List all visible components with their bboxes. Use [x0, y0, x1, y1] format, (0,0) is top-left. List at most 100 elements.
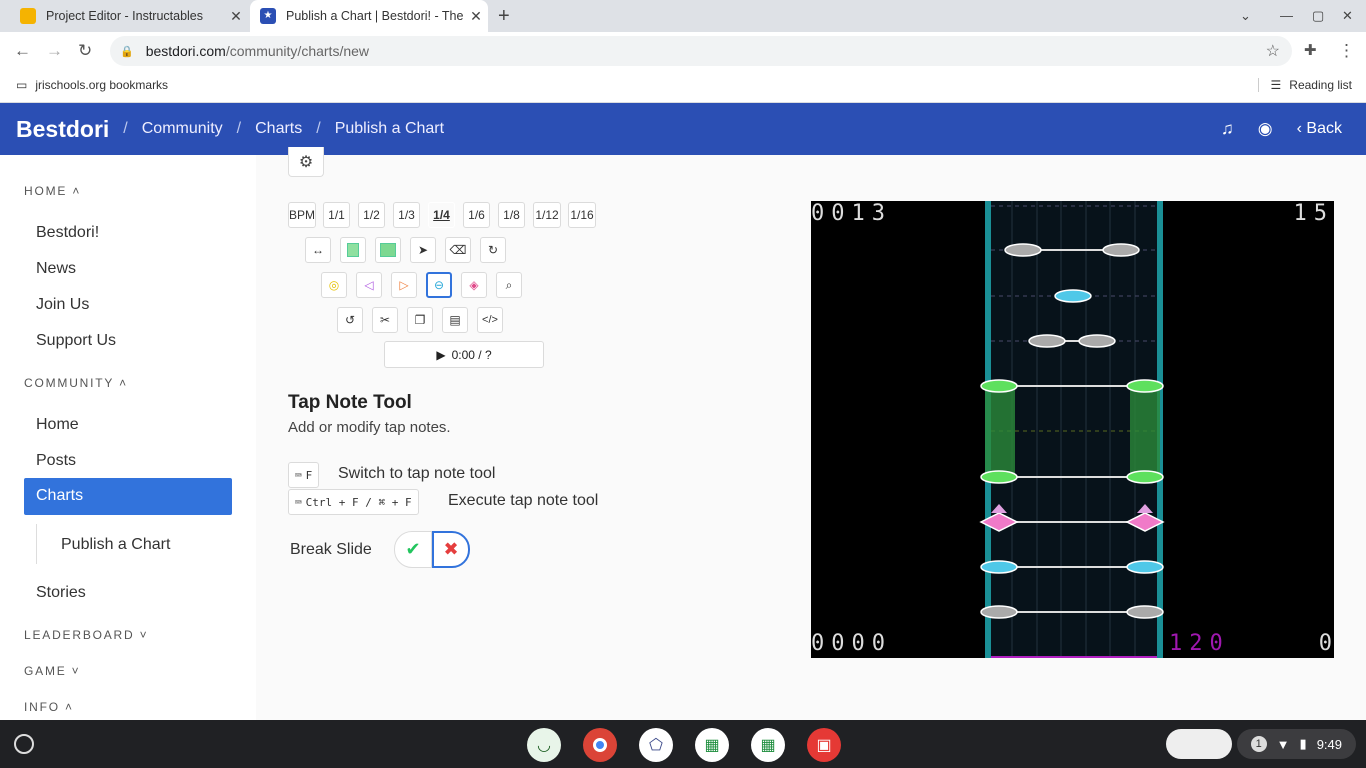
division-1-12[interactable]: 1/12 [533, 202, 561, 228]
break-slide-yes-button[interactable]: ✔ [394, 531, 432, 568]
reading-list-button[interactable]: ☰ Reading list [1257, 78, 1352, 92]
url-path: /community/charts/new [225, 43, 370, 59]
directional-left-icon[interactable]: ◁ [356, 272, 382, 298]
break-slide-no-button[interactable]: ✖ [432, 531, 470, 568]
tab-title: Project Editor - Instructables [46, 9, 204, 23]
flick-note-tool-icon[interactable]: ◎ [321, 272, 347, 298]
tab-bestdori[interactable]: ★ Publish a Chart | Bestdori! - The Ulti… [250, 0, 488, 32]
sidebar-item-stories[interactable]: Stories [36, 584, 86, 602]
gallery-icon[interactable]: ▣ [807, 728, 841, 762]
hold-note-tool-icon[interactable] [340, 237, 366, 263]
notification-count: 1 [1250, 736, 1267, 752]
music-note-icon[interactable]: ♫ [1221, 119, 1234, 139]
holding-space-icon[interactable] [1166, 729, 1232, 759]
division-1-2[interactable]: 1/2 [358, 202, 385, 228]
resize-horizontal-icon[interactable]: ↔ [305, 237, 331, 263]
paste-icon[interactable]: ▤ [442, 307, 468, 333]
wide-hold-note-tool-icon[interactable] [375, 237, 401, 263]
brand-logo[interactable]: Bestdori [16, 116, 109, 143]
directional-right-icon[interactable]: ▷ [391, 272, 417, 298]
chart-preview[interactable]: 0013 15 0000 120 0 [811, 201, 1334, 658]
lock-icon: 🔒 [120, 45, 134, 58]
bookmarks-bar: ▭ jrischools.org bookmarks ☰ Reading lis… [0, 70, 1366, 103]
reload-icon[interactable]: ↻ [78, 41, 92, 61]
maximize-icon[interactable]: ▢ [1312, 8, 1324, 24]
menu-dots-icon[interactable]: ⋮ [1338, 41, 1355, 61]
sidebar-item-support-us[interactable]: Support Us [36, 332, 116, 350]
division-1-3[interactable]: 1/3 [393, 202, 420, 228]
account-icon[interactable]: ◉ [1258, 119, 1273, 139]
tab-close-icon[interactable]: ✕ [224, 8, 248, 25]
breadcrumb-charts[interactable]: Charts [255, 120, 302, 138]
preview-canvas [979, 201, 1165, 658]
battery-icon: ▮ [1299, 736, 1307, 751]
status-tray[interactable]: 1 ▼ ▮ 9:49 [1236, 729, 1356, 759]
skill-note-tool-icon[interactable]: ◈ [461, 272, 487, 298]
tool-description: Add or modify tap notes. [288, 419, 451, 436]
calculator-icon[interactable]: ▦ [751, 728, 785, 762]
tab-close-icon[interactable]: ✕ [464, 8, 488, 25]
section-leaderboard[interactable]: LEADERBOARD ˅ [24, 628, 148, 642]
breadcrumb-separator: / [316, 120, 321, 137]
division-1-6[interactable]: 1/6 [463, 202, 490, 228]
division-1-1[interactable]: 1/1 [323, 202, 350, 228]
preview-bpm: 120 [1169, 631, 1230, 656]
search-icon[interactable]: ⌕ [496, 272, 522, 298]
wellness-app-icon[interactable]: ◡ [527, 728, 561, 762]
rotate-icon[interactable]: ↻ [480, 237, 506, 263]
launcher-icon[interactable] [14, 734, 34, 754]
extensions-icon[interactable]: ✚ [1304, 41, 1317, 59]
break-slide-label: Break Slide [290, 541, 372, 558]
bookmark-star-icon[interactable]: ☆ [1266, 41, 1280, 61]
tap-note-tool-icon[interactable]: ⊖ [426, 272, 452, 298]
bookmark-folder[interactable]: ▭ jrischools.org bookmarks [16, 78, 168, 92]
undo-icon[interactable]: ↺ [337, 307, 363, 333]
back-arrow-icon[interactable]: ← [14, 41, 31, 61]
breadcrumb-separator: / [123, 120, 128, 137]
tab-search-icon[interactable]: ⌄ [1240, 8, 1251, 24]
breadcrumb-separator: / [236, 120, 242, 137]
address-bar[interactable]: 🔒 bestdori.com/community/charts/new ☆ [110, 36, 1292, 66]
shortcut-label-execute: Execute tap note tool [448, 492, 599, 509]
classroom-icon[interactable]: ▦ [695, 728, 729, 762]
cut-icon[interactable]: ✂ [372, 307, 398, 333]
sidebar-item-charts[interactable]: Charts [24, 478, 232, 515]
close-window-icon[interactable]: ✕ [1342, 8, 1353, 24]
preview-beat: 0 [1318, 631, 1332, 656]
eraser-icon[interactable]: ⌫ [445, 237, 471, 263]
bestdori-favicon-icon: ★ [260, 8, 276, 24]
play-button[interactable]: ▶ 0:00 / ? [384, 341, 544, 368]
tab-instructables[interactable]: Project Editor - Instructables ✕ [8, 0, 248, 32]
section-community[interactable]: COMMUNITY ˄ [24, 376, 128, 390]
minimize-icon[interactable]: — [1280, 8, 1293, 23]
sidebar-item-publish-chart[interactable]: Publish a Chart [61, 536, 170, 554]
division-1-16[interactable]: 1/16 [568, 202, 596, 228]
code-icon[interactable]: </> [477, 307, 503, 333]
section-home[interactable]: HOME ˄ [24, 184, 81, 198]
chrome-icon[interactable] [583, 728, 617, 762]
pentagon-app-icon[interactable]: ⬠ [639, 728, 673, 762]
section-game[interactable]: GAME ˅ [24, 664, 81, 678]
sidebar-item-bestdori[interactable]: Bestdori! [36, 224, 99, 242]
reading-list-icon: ☰ [1270, 78, 1282, 92]
browser-toolbar: ← → ↻ 🔒 bestdori.com/community/charts/ne… [0, 32, 1366, 70]
browser-tab-bar: Project Editor - Instructables ✕ ★ Publi… [0, 0, 1366, 32]
shortcut-key-f: ⌨ F [288, 462, 320, 488]
select-cursor-icon[interactable]: ➤ [410, 237, 436, 263]
section-info[interactable]: INFO ˄ [24, 700, 74, 714]
breadcrumb-community[interactable]: Community [142, 120, 223, 138]
breadcrumb-publish: Publish a Chart [334, 120, 445, 137]
preview-measure: 15 [1293, 201, 1334, 226]
division-bpm[interactable]: BPM [288, 202, 316, 228]
division-1-4[interactable]: 1/4 [428, 202, 455, 228]
sidebar-item-home[interactable]: Home [36, 416, 79, 434]
sidebar-item-posts[interactable]: Posts [36, 452, 76, 470]
copy-icon[interactable]: ❐ [407, 307, 433, 333]
sidebar-item-news[interactable]: News [36, 260, 76, 278]
division-1-8[interactable]: 1/8 [498, 202, 525, 228]
new-tab-button[interactable]: + [498, 5, 510, 28]
settings-gear-icon[interactable]: ⚙ [288, 147, 324, 177]
back-button[interactable]: ‹ Back [1297, 120, 1342, 138]
forward-arrow-icon[interactable]: → [46, 41, 63, 61]
sidebar-item-join-us[interactable]: Join Us [36, 296, 89, 314]
